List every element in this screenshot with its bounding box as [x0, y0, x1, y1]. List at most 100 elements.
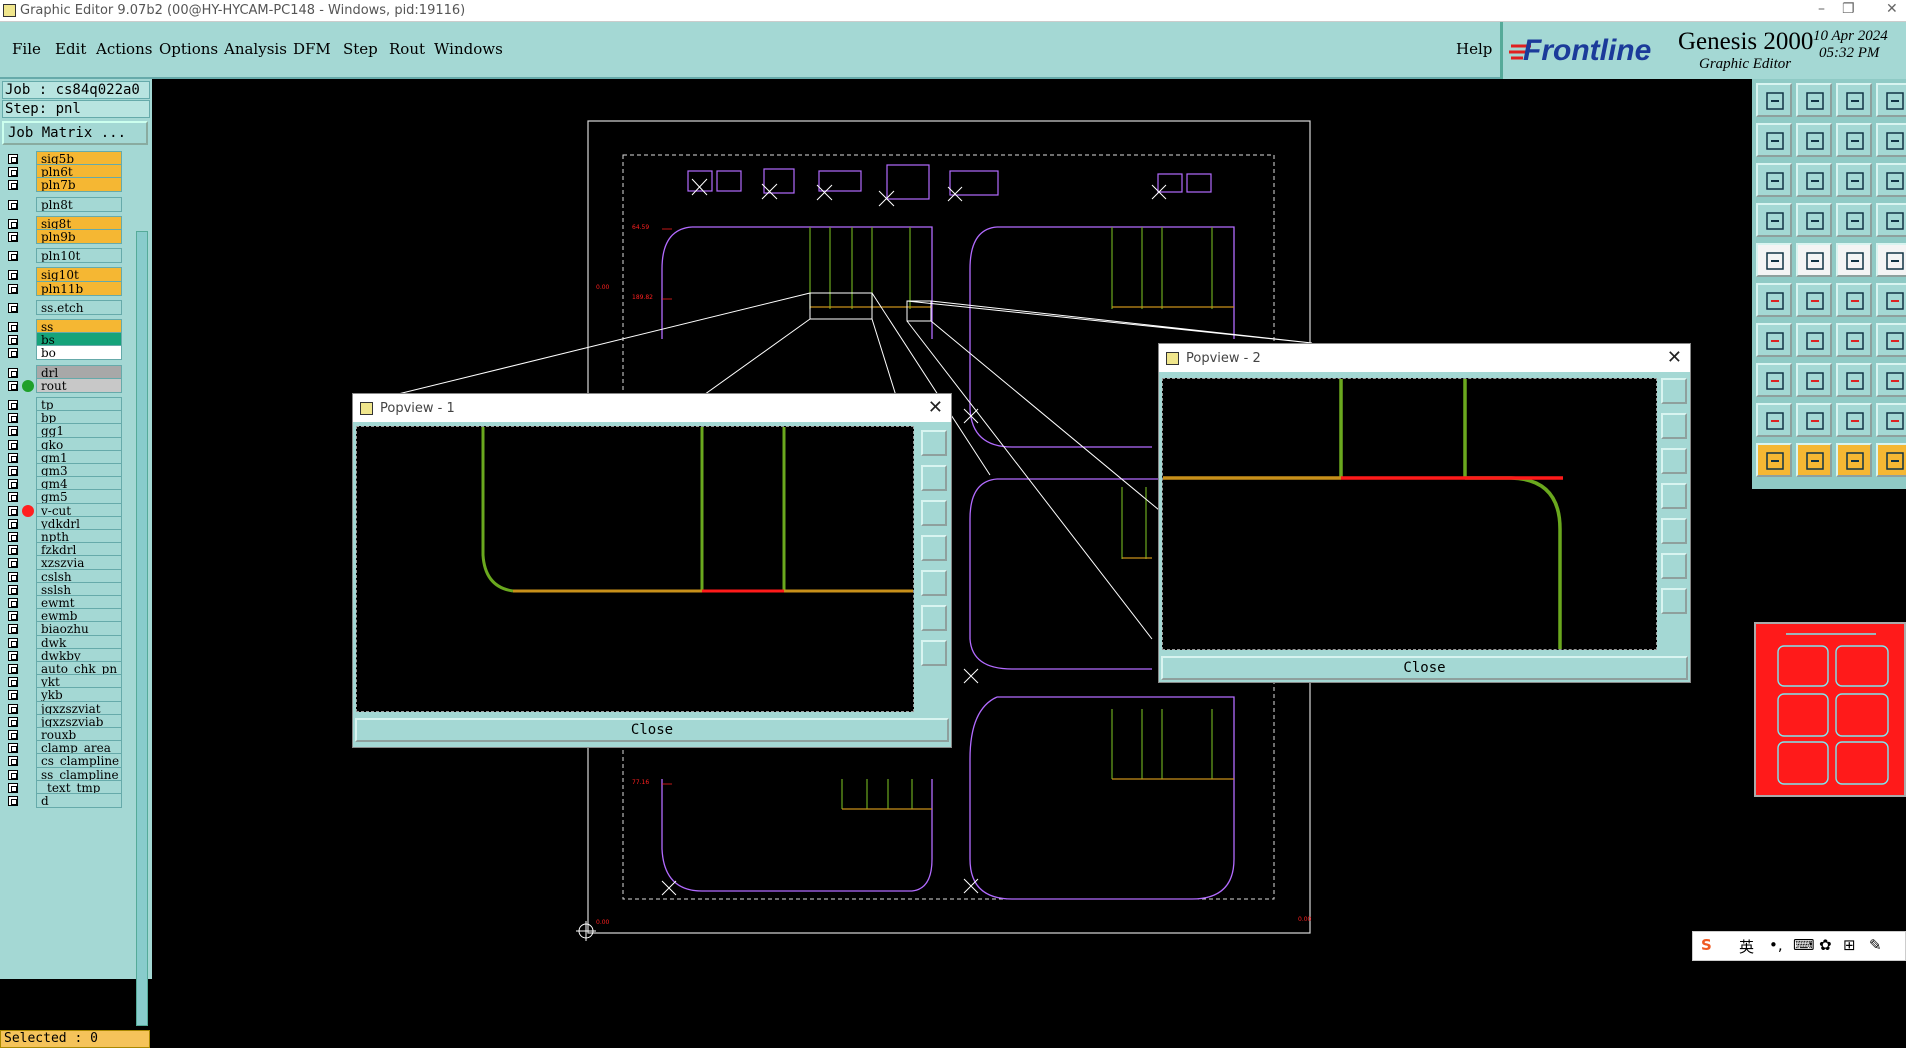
layer-checkbox[interactable] — [8, 218, 18, 229]
layer-checkbox[interactable] — [8, 380, 18, 391]
tool-slash-icon[interactable] — [1756, 323, 1792, 357]
layer-checkbox[interactable] — [8, 479, 18, 490]
layer-checkbox[interactable] — [8, 413, 18, 424]
popview-home-icon[interactable] — [921, 640, 947, 666]
popview-down-icon[interactable] — [1661, 448, 1687, 474]
layer-row-rout[interactable]: rout — [2, 377, 122, 393]
popview-1-window[interactable]: Popview - 1 ✕ Close — [352, 393, 952, 748]
layer-checkbox[interactable] — [8, 571, 18, 582]
tool-pad-icon[interactable] — [1876, 243, 1906, 277]
layer-checkbox[interactable] — [8, 270, 18, 281]
layer-checkbox[interactable] — [8, 452, 18, 463]
layer-checkbox[interactable] — [8, 637, 18, 648]
tool-zoom-12-icon[interactable] — [1836, 163, 1872, 197]
tool-tri-a-icon[interactable] — [1836, 403, 1872, 437]
ime-tool-icon[interactable]: ✎ — [1869, 936, 1882, 954]
popview-fit-icon[interactable] — [921, 605, 947, 631]
ime-grid-icon[interactable]: ⊞ — [1843, 936, 1856, 954]
popview-1-close-button[interactable]: Close — [355, 718, 949, 742]
layer-checkbox[interactable] — [8, 466, 18, 476]
layer-checkbox[interactable] — [8, 796, 18, 806]
layer-row-d[interactable]: d — [2, 793, 122, 808]
tool-arc-icon[interactable] — [1836, 323, 1872, 357]
tool-select-icon[interactable] — [1796, 443, 1832, 477]
ime-skin-icon[interactable]: ✿ — [1819, 936, 1832, 954]
popview-down-icon[interactable] — [921, 500, 947, 526]
minimize-icon[interactable]: – — [1818, 1, 1825, 17]
popview-2-close-button[interactable]: Close — [1161, 656, 1688, 680]
layer-checkbox[interactable] — [8, 322, 18, 332]
tool-help-icon[interactable] — [1876, 163, 1906, 197]
popview-left-icon[interactable] — [1661, 483, 1687, 509]
popview-2-titlebar[interactable]: Popview - 2 ✕ — [1159, 344, 1690, 372]
job-matrix-button[interactable]: Job Matrix ... — [2, 121, 148, 145]
tool-cross-icon[interactable] — [1796, 283, 1832, 317]
overview-minimap[interactable] — [1754, 622, 1906, 797]
tool-triangle-icon[interactable] — [1756, 403, 1792, 437]
popview-home-icon[interactable] — [1661, 588, 1687, 614]
layer-checkbox[interactable] — [8, 154, 18, 164]
layer-checkbox[interactable] — [8, 532, 18, 542]
layer-checkbox[interactable] — [8, 367, 18, 378]
layer-checkbox[interactable] — [8, 743, 18, 754]
layer-checkbox[interactable] — [8, 180, 18, 191]
popview-2-view[interactable] — [1162, 378, 1657, 650]
tool-clip-icon[interactable] — [1796, 243, 1832, 277]
layer-checkbox[interactable] — [8, 545, 18, 556]
restore-icon[interactable]: ❐ — [1842, 1, 1855, 17]
tool-grid-icon[interactable] — [1796, 203, 1832, 237]
layer-checkbox[interactable] — [8, 505, 18, 516]
layer-label[interactable]: d — [36, 793, 122, 808]
tool-snap-icon[interactable] — [1876, 203, 1906, 237]
tool-fill-triangle-icon[interactable] — [1796, 403, 1832, 437]
layer-checkbox[interactable] — [8, 730, 18, 740]
layer-checkbox[interactable] — [8, 167, 18, 178]
tool-save-icon[interactable] — [1796, 83, 1832, 117]
layer-label[interactable]: pln8t — [36, 196, 122, 212]
layer-checkbox[interactable] — [8, 664, 18, 674]
layer-label[interactable]: bo — [36, 345, 122, 361]
layer-checkbox[interactable] — [8, 400, 18, 410]
tool-region-icon[interactable] — [1836, 363, 1872, 397]
layer-scrollbar[interactable] — [136, 231, 148, 1026]
tool-feature-info-icon[interactable] — [1756, 243, 1792, 277]
tool-ruler-icon[interactable] — [1836, 243, 1872, 277]
layer-row-pln11b[interactable]: pln11b — [2, 280, 122, 296]
layer-checkbox[interactable] — [8, 624, 18, 635]
layer-checkbox[interactable] — [8, 439, 18, 450]
layer-label[interactable]: pln7b — [36, 177, 122, 193]
menu-rout[interactable]: Rout — [389, 40, 425, 58]
menu-windows[interactable]: Windows — [434, 40, 503, 58]
menu-file[interactable]: File — [12, 40, 41, 58]
popview-right-icon[interactable] — [1661, 518, 1687, 544]
layer-checkbox[interactable] — [8, 348, 18, 359]
popview-2-close-icon[interactable]: ✕ — [1667, 347, 1682, 368]
layer-checkbox[interactable] — [8, 782, 18, 793]
menu-step[interactable]: Step — [343, 40, 378, 58]
tool-move-icon[interactable] — [1756, 163, 1792, 197]
tool-undo-icon[interactable] — [1836, 123, 1872, 157]
layer-label[interactable]: pln11b — [36, 280, 122, 296]
tool-tri-b-icon[interactable] — [1876, 403, 1906, 437]
layer-checkbox[interactable] — [8, 251, 18, 262]
popview-up-icon[interactable] — [1661, 413, 1687, 439]
popview-zoom-icon[interactable] — [921, 430, 947, 456]
layer-checkbox[interactable] — [8, 426, 18, 437]
layer-row-pln10t[interactable]: pln10t — [2, 248, 122, 264]
tool-right-icon[interactable] — [1796, 123, 1832, 157]
layer-checkbox[interactable] — [8, 584, 18, 595]
layer-checkbox[interactable] — [8, 650, 18, 661]
tool-left-icon[interactable] — [1756, 123, 1792, 157]
tool-split-icon[interactable] — [1876, 123, 1906, 157]
tool-select-2-icon[interactable] — [1836, 443, 1872, 477]
layer-checkbox[interactable] — [8, 677, 18, 688]
tool-dash-icon[interactable] — [1796, 363, 1832, 397]
popview-fit-icon[interactable] — [1661, 553, 1687, 579]
popview-1-titlebar[interactable]: Popview - 1 ✕ — [353, 394, 951, 422]
layer-checkbox[interactable] — [8, 598, 18, 608]
layer-row-pln7b[interactable]: pln7b — [2, 177, 122, 193]
layer-checkbox[interactable] — [8, 703, 18, 714]
layer-row-ss.etch[interactable]: ss.etch — [2, 299, 122, 315]
tool-select-3-icon[interactable] — [1876, 443, 1906, 477]
menu-help[interactable]: Help — [1456, 40, 1492, 58]
